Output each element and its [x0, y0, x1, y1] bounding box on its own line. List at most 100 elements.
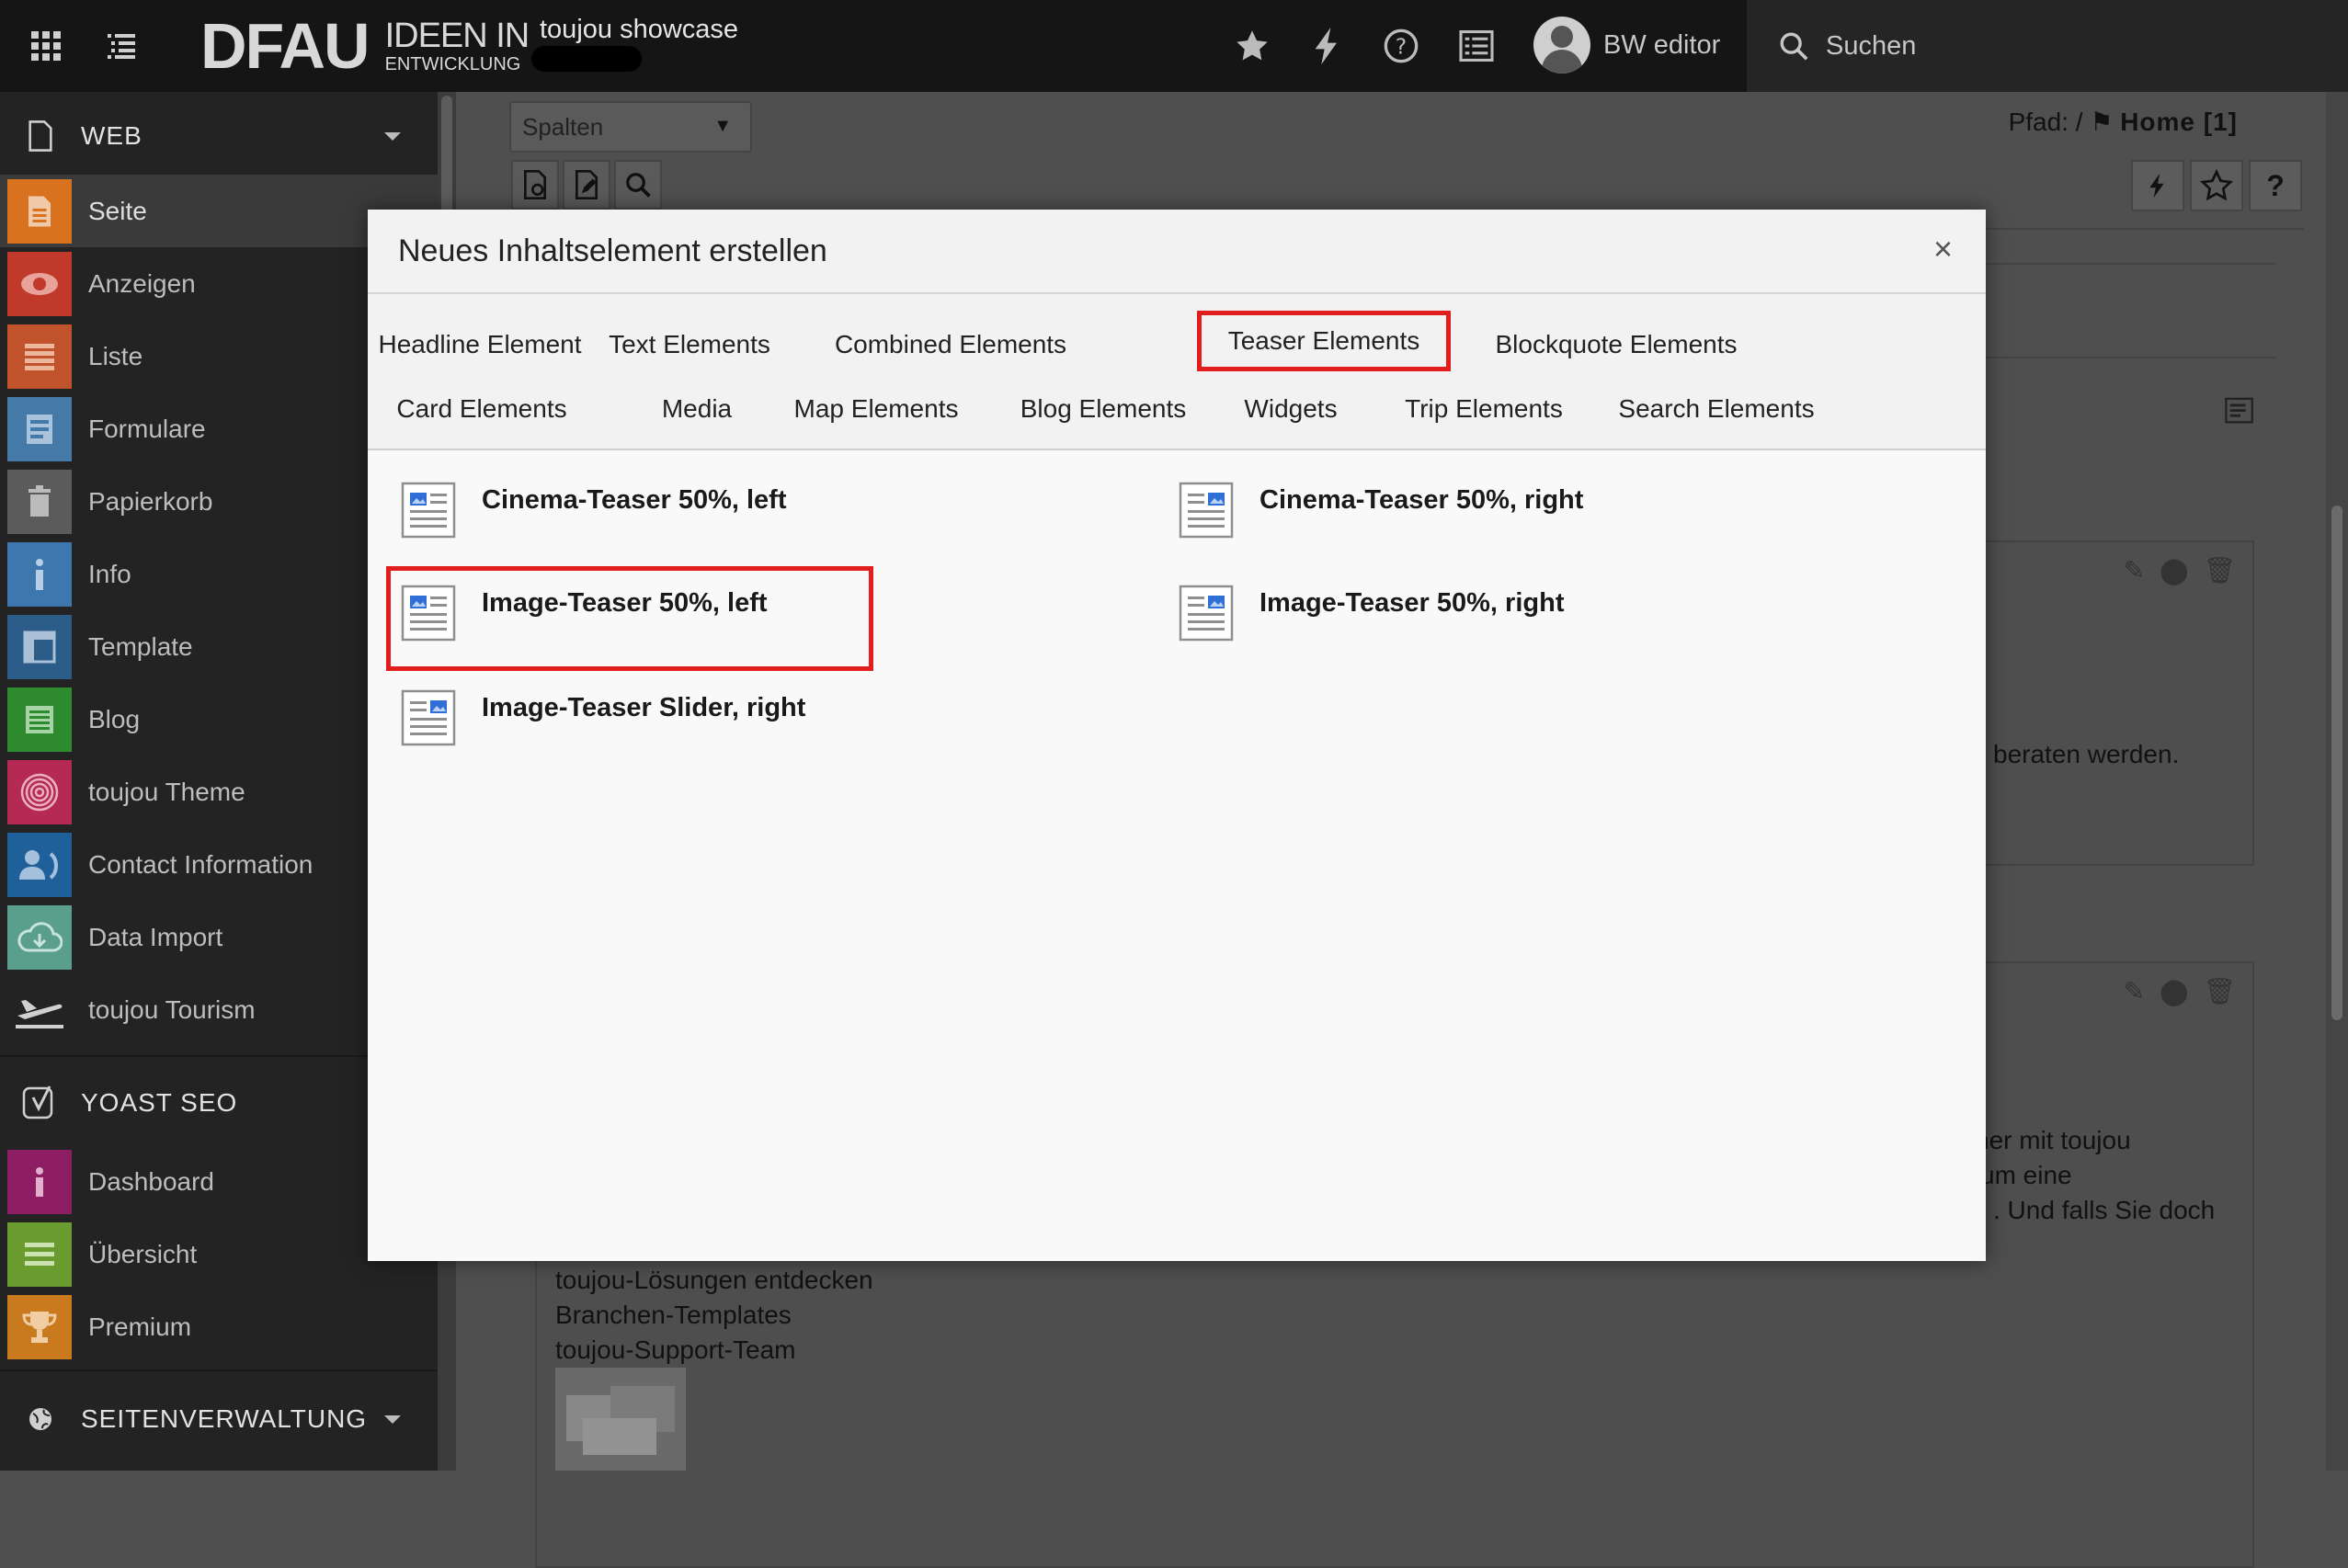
user-menu[interactable]: BW editor: [1533, 17, 1720, 74]
sidebar-item-label: Blog: [88, 704, 141, 733]
view-page-button[interactable]: [511, 160, 559, 210]
tab-trip-elements[interactable]: Trip Elements: [1392, 379, 1576, 439]
element-cinema-teaser-left[interactable]: Cinema-Teaser 50%, left: [401, 482, 787, 548]
page-icon: [7, 178, 72, 244]
user-name: BW editor: [1603, 29, 1721, 60]
edit-page-button[interactable]: [563, 160, 610, 210]
help-icon[interactable]: ?: [1375, 20, 1427, 72]
tab-text-elements[interactable]: Text Elements: [588, 314, 791, 375]
sidebar-section-web[interactable]: WEB: [0, 92, 438, 180]
breadcrumb-page[interactable]: Home [1]: [2120, 108, 2238, 136]
logo-subtext-1: IDEEN IN: [384, 17, 530, 55]
eye-icon: [7, 251, 72, 316]
dialog-title: Neues Inhaltselement erstellen: [398, 233, 827, 268]
breadcrumb-label: Pfad: /: [2008, 108, 2083, 136]
column-view-select[interactable]: Spalten ▼: [509, 101, 752, 153]
bookmark-star-icon[interactable]: [1226, 20, 1278, 72]
flash-icon: [2149, 173, 2164, 199]
tab-headline-element[interactable]: Headline Element: [378, 314, 581, 375]
pencil-icon[interactable]: ✎: [2124, 976, 2145, 1006]
clear-cache-button[interactable]: [2131, 160, 2184, 211]
tab-blog-elements[interactable]: Blog Elements: [1011, 379, 1195, 439]
background-link[interactable]: toujou-Lösungen entdecken: [555, 1263, 873, 1298]
logo-text: DFAU: [200, 10, 370, 82]
breadcrumb: Pfad: / ⚑ Home [1]: [2009, 107, 2238, 137]
globe-icon: [0, 1406, 81, 1432]
tab-teaser-elements[interactable]: Teaser Elements: [1197, 311, 1451, 371]
chevron-down-icon: ▼: [713, 116, 732, 136]
cloud-icon: [7, 904, 72, 970]
trash-icon[interactable]: 🗑: [2203, 555, 2236, 585]
sidebar-item-label: Dashboard: [88, 1166, 214, 1196]
background-text: beraten werden.: [1993, 740, 2180, 768]
element-category-tabs: Headline Element Text Elements Combined …: [368, 294, 1986, 450]
page-tree-toggle-icon[interactable]: [75, 0, 167, 92]
avatar: [1533, 17, 1590, 74]
tab-blockquote-elements[interactable]: Blockquote Elements: [1467, 314, 1765, 375]
top-bar: DFAU IDEEN IN ENTWICKLUNG toujou showcas…: [0, 0, 2348, 92]
edit-page-icon: [576, 170, 598, 199]
trash-icon: [7, 469, 72, 534]
sidebar-item-label: Übersicht: [88, 1239, 198, 1268]
tab-media[interactable]: Media: [649, 379, 745, 439]
sidebar-item-label: Seite: [88, 196, 147, 225]
element-image-teaser-right[interactable]: Image-Teaser 50%, right: [1179, 585, 1564, 651]
help-button[interactable]: ?: [2249, 160, 2302, 211]
dialog-header: Neues Inhaltselement erstellen ×: [368, 210, 1986, 294]
info-icon: [7, 1149, 72, 1214]
element-actions: ✎ ⬤ 🗑: [2124, 976, 2236, 1006]
tab-map-elements[interactable]: Map Elements: [780, 379, 973, 439]
select-value: Spalten: [522, 112, 604, 141]
chevron-down-icon: [384, 1415, 401, 1424]
background-link[interactable]: Branchen-Templates: [555, 1298, 792, 1333]
background-link[interactable]: toujou-Support-Team: [555, 1333, 795, 1368]
pencil-icon[interactable]: ✎: [2124, 555, 2145, 585]
site-title: toujou showcase: [540, 15, 739, 44]
element-image-teaser-slider-right[interactable]: Image-Teaser Slider, right: [401, 689, 805, 756]
toggle-icon[interactable]: ⬤: [2160, 976, 2188, 1006]
scrollbar-thumb[interactable]: [2331, 506, 2342, 1020]
trash-icon[interactable]: 🗑: [2203, 976, 2236, 1006]
info-icon: [7, 541, 72, 607]
bookmark-button[interactable]: [2190, 160, 2243, 211]
sidebar-divider: [0, 1369, 438, 1371]
star-outline-icon: [2200, 169, 2233, 201]
sidebar-section-seitenverwaltung[interactable]: SEITENVERWALTUNG: [0, 1375, 438, 1463]
sidebar-item-label: toujou Tourism: [88, 994, 256, 1024]
background-text: . Und falls Sie doch: [1993, 1196, 2216, 1224]
sidebar-item-label: Papierkorb: [88, 486, 213, 516]
element-cinema-teaser-right[interactable]: Cinema-Teaser 50%, right: [1179, 482, 1583, 548]
trophy-icon: [7, 1294, 72, 1359]
element-label: Image-Teaser Slider, right: [482, 693, 806, 722]
search-page-button[interactable]: [614, 160, 662, 210]
edit-column-icon[interactable]: [2225, 397, 2256, 431]
list-icon: [7, 324, 72, 389]
tab-combined-elements[interactable]: Combined Elements: [813, 314, 1089, 375]
sidebar-item-label: Contact Information: [88, 849, 313, 879]
highlight-box: [386, 566, 873, 671]
close-icon[interactable]: ×: [1933, 230, 1953, 268]
tab-widgets[interactable]: Widgets: [1226, 379, 1355, 439]
tab-card-elements[interactable]: Card Elements: [390, 379, 574, 439]
search-toggle[interactable]: Suchen: [1747, 0, 2348, 92]
element-label: Cinema-Teaser 50%, left: [482, 485, 787, 515]
flash-cache-icon[interactable]: [1302, 20, 1353, 72]
view-page-icon: [524, 170, 546, 199]
yoast-icon: [0, 1085, 81, 1121]
sidebar-item-label: Formulare: [88, 414, 206, 443]
sidebar-section-label: SEITENVERWALTUNG: [81, 1404, 368, 1433]
sidebar-item-label: Liste: [88, 341, 143, 370]
sidebar-item-premium[interactable]: Premium: [0, 1290, 438, 1363]
background-text: um eine: [1980, 1161, 2072, 1189]
content-image-thumbnail: [555, 1368, 686, 1471]
toggle-icon[interactable]: ⬤: [2160, 555, 2188, 585]
tab-search-elements[interactable]: Search Elements: [1613, 379, 1820, 439]
dfau-logo[interactable]: DFAU IDEEN IN ENTWICKLUNG: [200, 10, 530, 82]
sidebar-item-label: Data Import: [88, 922, 223, 951]
teaser-left-icon: [401, 482, 456, 539]
content-scrollbar[interactable]: [2326, 92, 2348, 1471]
element-label: Cinema-Teaser 50%, right: [1259, 485, 1584, 515]
search-label: Suchen: [1826, 30, 1917, 61]
system-info-icon[interactable]: [1451, 20, 1502, 72]
sidebar-item-label: Anzeigen: [88, 268, 196, 298]
